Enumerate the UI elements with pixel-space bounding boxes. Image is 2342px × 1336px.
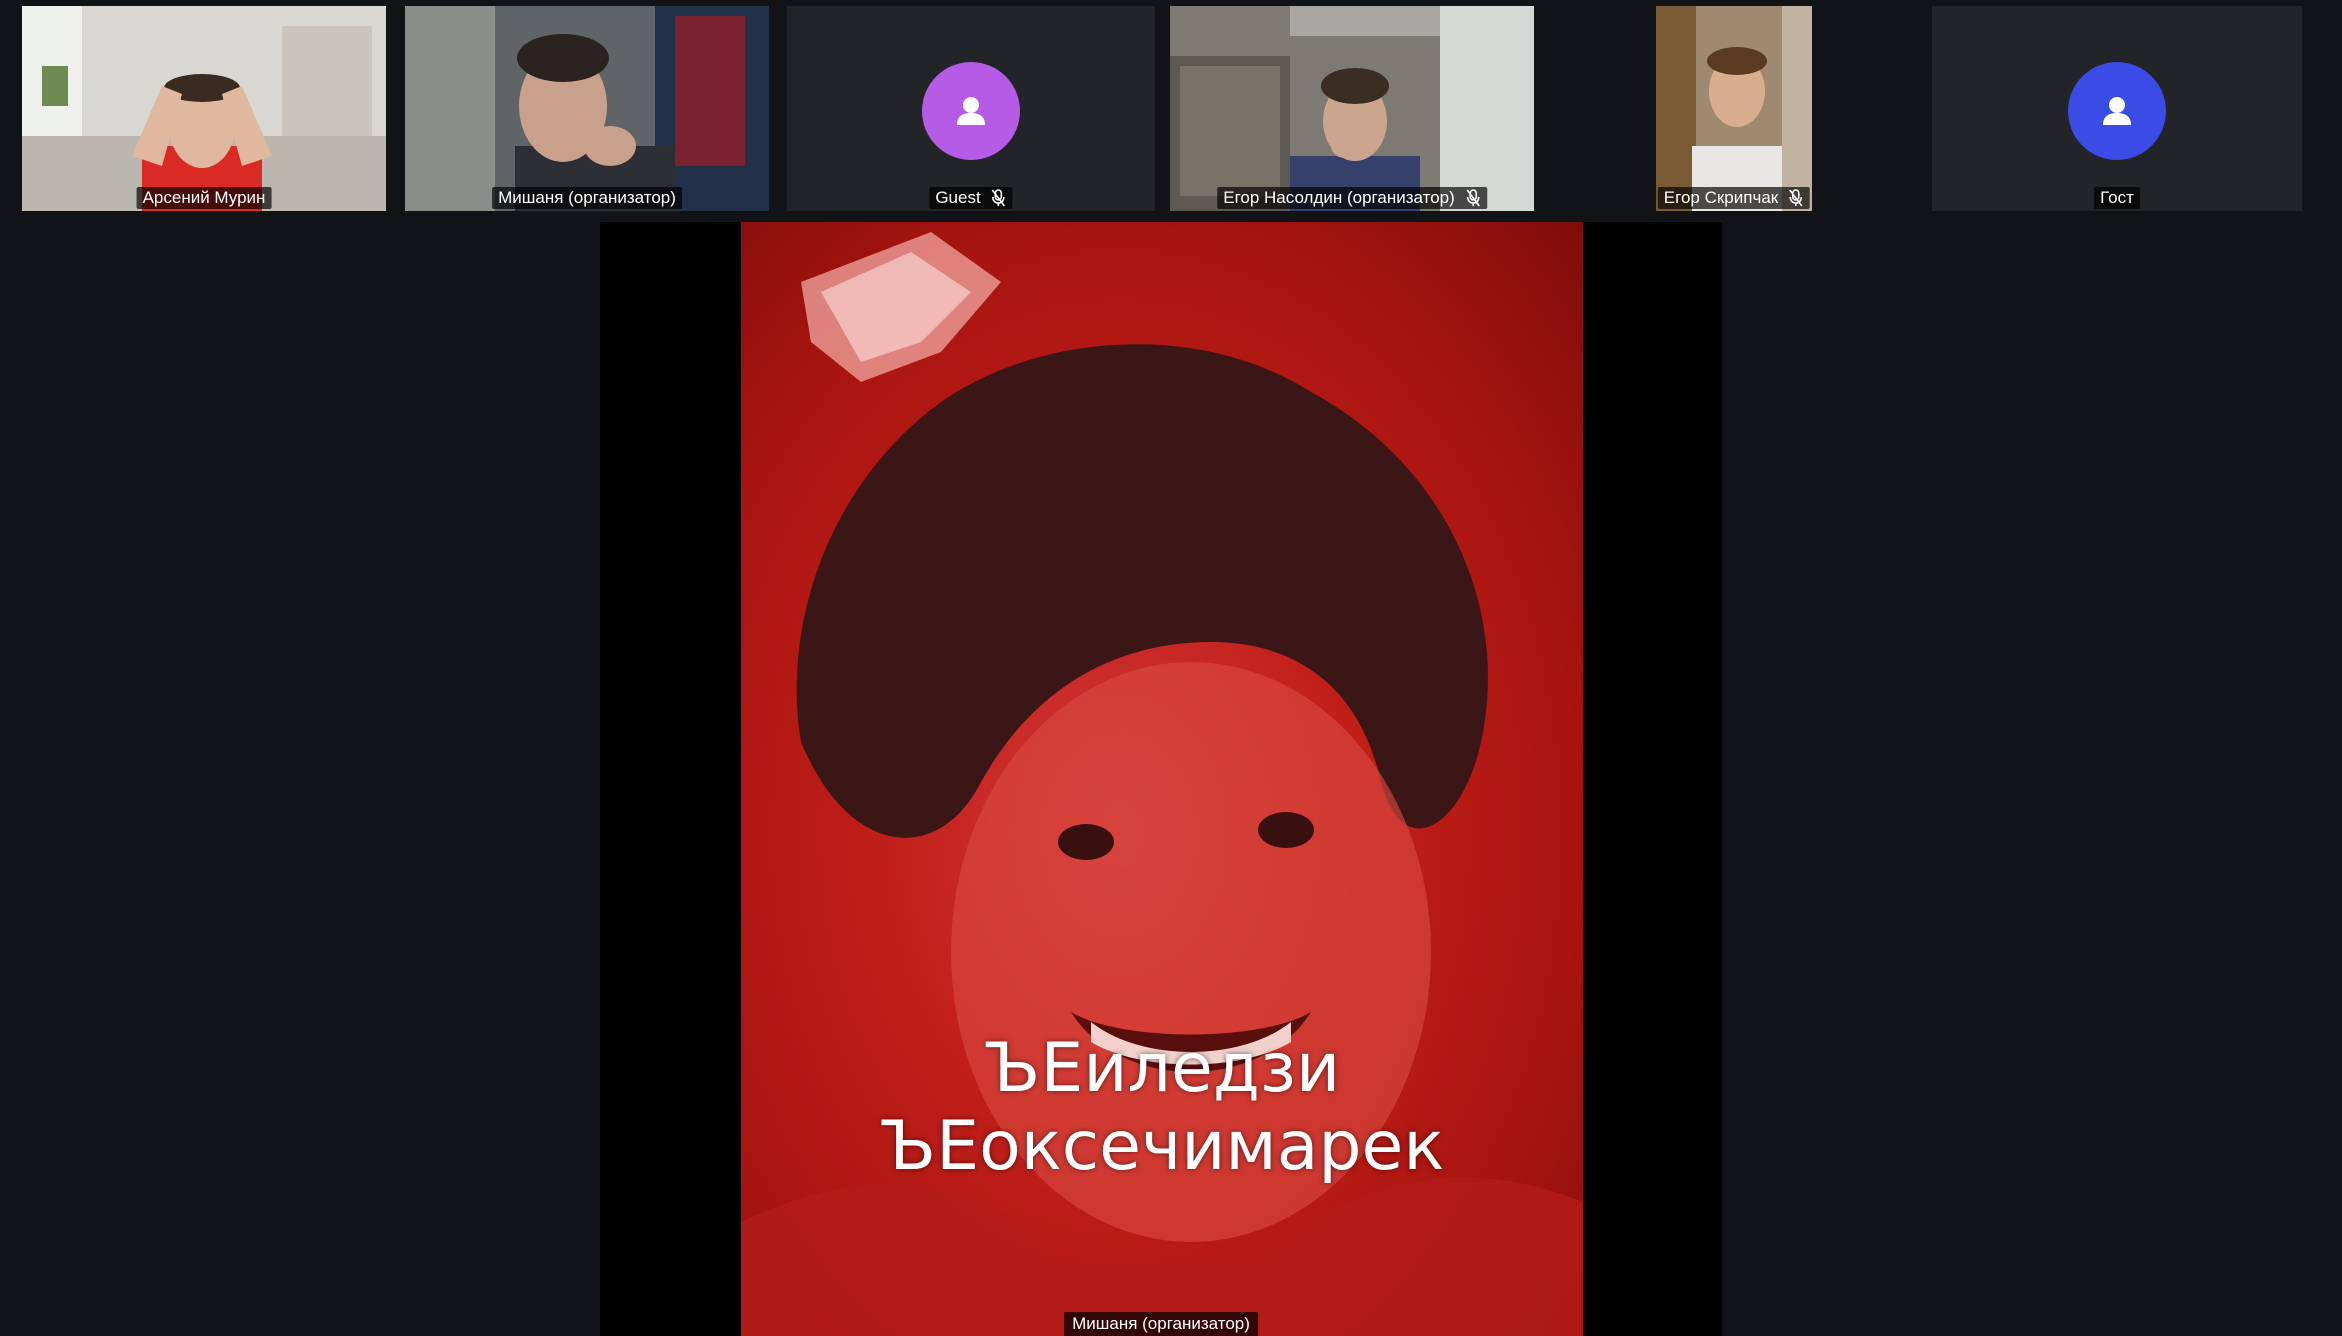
mic-off-icon [1466, 189, 1480, 207]
subtitle-caption: ЪЕиледзи ЪЕоксечимарек [741, 1030, 1583, 1186]
participant-video [1170, 6, 1534, 211]
participant-name: Guest [935, 188, 981, 207]
user-icon [957, 97, 985, 125]
participant-video [1552, 6, 1916, 211]
participant-name: Егор Насолдин (организатор) [1223, 188, 1455, 207]
avatar [2068, 62, 2166, 160]
participant-name: Арсений Мурин [142, 188, 266, 207]
participant-nameplate: Арсений Мурин [136, 187, 272, 209]
participant-video [405, 6, 769, 211]
participant-name: Егор Скрипчак [1663, 188, 1779, 207]
participant-tile-arseniy[interactable]: Арсений Мурин [22, 6, 386, 211]
speaker-nameplate: Мишаня (организатор) [1064, 1312, 1258, 1336]
participant-nameplate: Гост [2094, 187, 2140, 209]
active-speaker-view[interactable]: ЪЕиледзи ЪЕоксечимарек Мишаня (организат… [600, 222, 1722, 1336]
avatar [922, 62, 1020, 160]
mic-off-icon [1789, 189, 1803, 207]
participant-tile-gost[interactable]: Гост [1932, 6, 2302, 211]
participant-name: Гост [2100, 188, 2134, 207]
participant-nameplate: Мишаня (организатор) [492, 187, 682, 209]
caption-line: ЪЕиледзи [983, 1029, 1341, 1108]
participant-video [22, 6, 386, 211]
participant-tile-egor-skripchak[interactable]: Егор Скрипчак [1552, 6, 1916, 211]
participant-strip: Арсений Мурин Мишаня (организатор) Guest [0, 0, 2342, 218]
participant-nameplate: Guest [929, 187, 1013, 209]
participant-tile-egor-nasoldin[interactable]: Егор Насолдин (организатор) [1170, 6, 1534, 211]
participant-tile-guest[interactable]: Guest [787, 6, 1155, 211]
mic-off-icon [992, 189, 1006, 207]
speaker-video: ЪЕиледзи ЪЕоксечимарек [741, 222, 1583, 1336]
participant-name: Мишаня (организатор) [498, 188, 676, 207]
participant-tile-mishanya[interactable]: Мишаня (организатор) [405, 6, 769, 211]
participant-nameplate: Егор Насолдин (организатор) [1217, 187, 1487, 209]
user-icon [2103, 97, 2131, 125]
participant-nameplate: Егор Скрипчак [1657, 187, 1811, 209]
caption-line: ЪЕоксечимарек [879, 1107, 1445, 1186]
